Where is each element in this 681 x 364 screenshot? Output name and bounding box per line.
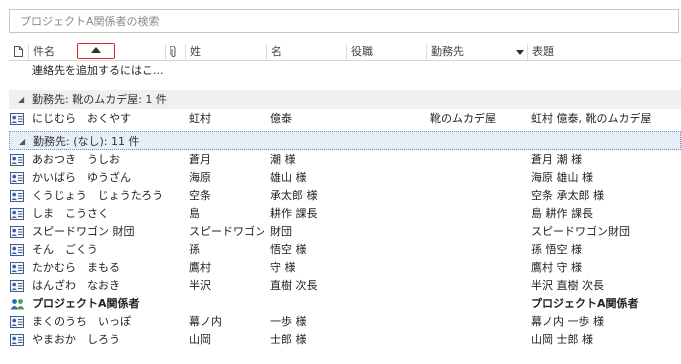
add-contact-hint[interactable]: 連絡先を追加するにはこ... xyxy=(32,63,164,79)
contact-name: しま こうさく xyxy=(32,207,109,220)
contact-mei: 守 様 xyxy=(270,261,296,274)
column-role[interactable]: 役職 xyxy=(346,44,426,60)
contact-name: スピードワゴン 財団 xyxy=(32,225,135,238)
contact-title: スピードワゴン財団 xyxy=(531,225,630,238)
filter-dropdown-icon[interactable] xyxy=(516,50,524,55)
contact-sei: 孫 xyxy=(189,243,200,256)
contact-group-icon xyxy=(10,298,24,310)
contact-name: にじむら おくやす xyxy=(32,112,131,125)
sort-up-arrow-icon xyxy=(91,47,101,53)
group-header-label: 勤務先: 靴のムカデ屋: 1 件 xyxy=(32,93,167,106)
contact-card-icon xyxy=(10,262,24,274)
contact-mei: 億泰 xyxy=(270,112,292,125)
contact-mei: 財団 xyxy=(270,225,292,238)
collapse-caret-icon[interactable]: ◢ xyxy=(19,132,25,151)
column-sei[interactable]: 姓 xyxy=(185,44,266,60)
contact-mei: 耕作 課長 xyxy=(270,207,318,220)
contact-card-icon xyxy=(10,244,24,256)
contact-row[interactable]: しま こうさく 島 耕作 課長 島 耕作 課長 xyxy=(9,205,681,223)
contact-company: 靴のムカデ屋 xyxy=(430,112,496,125)
contact-mei: 直樹 次長 xyxy=(270,279,318,292)
contact-sei: スピードワゴン xyxy=(189,225,264,238)
contact-name: くうじょう じょうたろう xyxy=(32,189,164,202)
contact-row[interactable]: まくのうち いっぽ 幕ノ内 一歩 様 幕ノ内 一歩 様 xyxy=(9,313,681,331)
contact-card-icon xyxy=(10,334,24,346)
contact-row[interactable]: スピードワゴン 財団 スピードワゴン 財団 スピードワゴン財団 xyxy=(9,223,681,241)
contact-row[interactable]: やまおか しろう 山岡 士郎 様 山岡 士郎 様 xyxy=(9,331,681,349)
search-input[interactable] xyxy=(10,10,678,32)
column-title[interactable]: 表題 xyxy=(527,44,681,60)
contact-card-icon xyxy=(10,113,24,125)
sort-ascending-indicator[interactable] xyxy=(77,43,115,59)
contact-row[interactable]: はんざわ なおき 半沢 直樹 次長 半沢 直樹 次長 xyxy=(9,277,681,295)
contact-title: 海原 雄山 様 xyxy=(531,171,593,184)
collapse-caret-icon[interactable]: ◢ xyxy=(18,90,24,109)
contact-mei: 雄山 様 xyxy=(270,171,307,184)
contact-name: やまおか しろう xyxy=(32,333,120,346)
column-mei-label: 名 xyxy=(271,45,282,58)
column-name-label: 件名 xyxy=(33,45,55,58)
contact-sei: 海原 xyxy=(189,171,211,184)
contact-row[interactable]: にじむら おくやす 虹村 億泰 靴のムカデ屋 虹村 億泰, 靴のムカデ屋 xyxy=(9,110,681,128)
contact-row[interactable]: たかむら まもる 鷹村 守 様 鷹村 守 様 xyxy=(9,259,681,277)
column-mei[interactable]: 名 xyxy=(266,44,346,60)
contact-mei: 士郎 様 xyxy=(270,333,307,346)
contact-card-icon xyxy=(10,316,24,328)
contact-card-icon xyxy=(10,280,24,292)
contact-mei: 一歩 様 xyxy=(270,315,307,328)
contact-sei: 虹村 xyxy=(189,112,211,125)
contact-card-icon xyxy=(10,208,24,220)
contact-sei: 半沢 xyxy=(189,279,211,292)
search-box[interactable] xyxy=(9,9,679,33)
contact-title: 蒼月 潮 様 xyxy=(531,153,582,166)
contact-name: あおつき うしお xyxy=(32,153,120,166)
contact-mei: 承太郎 様 xyxy=(270,189,318,202)
contact-title: 孫 悟空 様 xyxy=(531,243,582,256)
contact-name: かいばら ゆうざん xyxy=(32,171,131,184)
contact-sei: 島 xyxy=(189,207,200,220)
contact-name: たかむら まもる xyxy=(32,261,120,274)
column-company-label: 勤務先 xyxy=(431,45,464,58)
contact-title: 虹村 億泰, 靴のムカデ屋 xyxy=(531,112,652,125)
contact-title: 島 耕作 課長 xyxy=(531,207,593,220)
contact-card-icon xyxy=(10,172,24,184)
contact-name: プロジェクトA関係者 xyxy=(32,297,140,310)
column-role-label: 役職 xyxy=(351,45,373,58)
contact-title: 山岡 士郎 様 xyxy=(531,333,593,346)
group-header-label: 勤務先: (なし): 11 件 xyxy=(33,135,140,148)
contact-sei: 蒼月 xyxy=(189,153,211,166)
contact-card-icon xyxy=(10,226,24,238)
column-sei-label: 姓 xyxy=(190,45,201,58)
group-header-none[interactable]: ◢ 勤務先: (なし): 11 件 xyxy=(9,131,681,150)
contact-title: 鷹村 守 様 xyxy=(531,261,582,274)
contact-row[interactable]: くうじょう じょうたろう 空条 承太郎 様 空条 承太郎 様 xyxy=(9,187,681,205)
contact-row[interactable]: そん ごくう 孫 悟空 様 孫 悟空 様 xyxy=(9,241,681,259)
contact-title: 幕ノ内 一歩 様 xyxy=(531,315,604,328)
document-icon xyxy=(14,46,23,57)
contact-row[interactable]: あおつき うしお 蒼月 潮 様 蒼月 潮 様 xyxy=(9,151,681,169)
contact-name: そん ごくう xyxy=(32,243,98,256)
contact-name: はんざわ なおき xyxy=(32,279,120,292)
group-header-company[interactable]: ◢ 勤務先: 靴のムカデ屋: 1 件 xyxy=(9,90,681,109)
contact-card-icon xyxy=(10,154,24,166)
contact-group-row[interactable]: プロジェクトA関係者 プロジェクトA関係者 xyxy=(9,295,681,313)
contact-name: まくのうち いっぽ xyxy=(32,315,131,328)
contact-sei: 山岡 xyxy=(189,333,211,346)
column-company[interactable]: 勤務先 xyxy=(426,44,527,60)
contact-title: プロジェクトA関係者 xyxy=(531,297,639,310)
column-title-label: 表題 xyxy=(532,45,554,58)
contact-card-icon xyxy=(10,190,24,202)
column-attachment[interactable] xyxy=(165,44,185,60)
contact-mei: 悟空 様 xyxy=(270,243,307,256)
contact-sei: 幕ノ内 xyxy=(189,315,222,328)
contact-row[interactable]: かいばら ゆうざん 海原 雄山 様 海原 雄山 様 xyxy=(9,169,681,187)
paperclip-icon xyxy=(170,46,176,57)
contact-sei: 鷹村 xyxy=(189,261,211,274)
contact-sei: 空条 xyxy=(189,189,211,202)
contact-mei: 潮 様 xyxy=(270,153,296,166)
contact-title: 空条 承太郎 様 xyxy=(531,189,604,202)
column-header-row: 件名 姓 名 役職 勤務先 表題 xyxy=(9,43,681,61)
contact-title: 半沢 直樹 次長 xyxy=(531,279,604,292)
